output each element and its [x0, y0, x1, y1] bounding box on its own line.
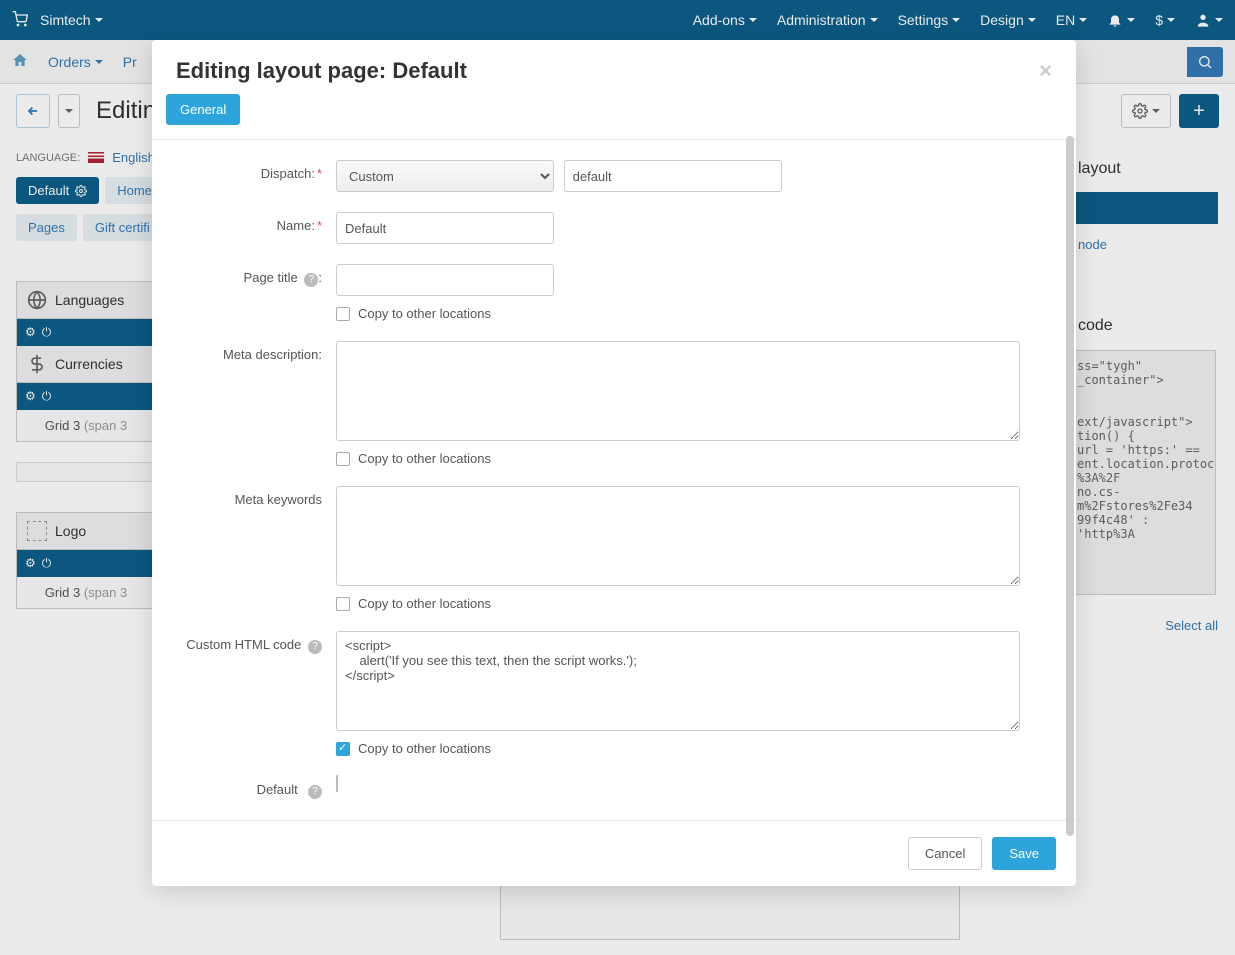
meta-description-label: Meta description:: [176, 341, 336, 466]
name-label: Name:*: [176, 212, 336, 244]
modal-close-button[interactable]: ×: [1039, 58, 1052, 84]
copy-meta-keywords-checkbox[interactable]: [336, 597, 350, 611]
copy-label: Copy to other locations: [358, 451, 491, 466]
custom-html-label: Custom HTML code ?: [176, 631, 336, 756]
help-icon[interactable]: ?: [308, 640, 322, 654]
dispatch-label: Dispatch:*: [176, 160, 336, 192]
page-title-label: Page title ?:: [176, 264, 336, 321]
tab-general[interactable]: General: [166, 94, 240, 125]
page-title-input[interactable]: [336, 264, 554, 296]
modal-scrollbar[interactable]: [1066, 136, 1074, 836]
copy-label: Copy to other locations: [358, 741, 491, 756]
name-input[interactable]: [336, 212, 554, 244]
copy-label: Copy to other locations: [358, 596, 491, 611]
copy-page-title-checkbox[interactable]: [336, 307, 350, 321]
dispatch-text-input[interactable]: [564, 160, 782, 192]
cancel-button[interactable]: Cancel: [908, 837, 982, 870]
meta-keywords-label: Meta keywords: [176, 486, 336, 611]
meta-description-textarea[interactable]: [336, 341, 1020, 441]
custom-html-textarea[interactable]: <script> alert('If you see this text, th…: [336, 631, 1020, 731]
help-icon[interactable]: ?: [308, 785, 322, 799]
help-icon[interactable]: ?: [304, 273, 318, 287]
edit-layout-modal: Editing layout page: Default × General D…: [152, 40, 1076, 886]
default-label: Default ?: [176, 776, 336, 799]
modal-title: Editing layout page: Default: [176, 58, 467, 84]
copy-meta-desc-checkbox[interactable]: [336, 452, 350, 466]
default-checkbox[interactable]: [336, 775, 338, 792]
dispatch-select[interactable]: Custom: [336, 160, 554, 192]
save-button[interactable]: Save: [992, 837, 1056, 870]
copy-label: Copy to other locations: [358, 306, 491, 321]
meta-keywords-textarea[interactable]: [336, 486, 1020, 586]
copy-custom-html-checkbox[interactable]: [336, 742, 350, 756]
